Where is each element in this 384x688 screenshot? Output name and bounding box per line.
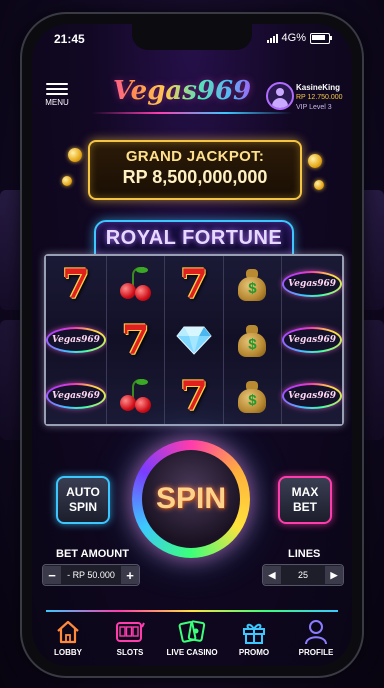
status-bar-right: 4G% xyxy=(266,32,332,44)
nav-item-label: LIVE CASINO xyxy=(166,648,218,657)
bet-increase-button[interactable]: + xyxy=(121,566,139,584)
jackpot-amount: RP 8,500,000,000 xyxy=(122,167,268,187)
nav-item-label: LOBBY xyxy=(54,648,82,657)
max-bet-label-line1: MAX xyxy=(291,485,319,499)
coin-icon xyxy=(68,148,82,162)
bet-amount-value: - RP 50.000 xyxy=(67,570,115,580)
nav-item-lobby[interactable]: LOBBY xyxy=(38,618,98,657)
status-time: 21:45 xyxy=(54,32,85,46)
user-balance: RP 12.750.000 xyxy=(296,94,343,101)
grand-jackpot-banner: GRAND JACKPOT: RP 8,500,000,000 xyxy=(88,140,302,200)
user-info[interactable]: KasineKing RP 12.750.000 VIP Level 3 xyxy=(296,83,343,113)
auto-spin-button[interactable]: AUTO SPIN xyxy=(56,476,110,524)
lines-increase-button[interactable]: ▶ xyxy=(325,566,343,584)
camera-notch xyxy=(132,24,252,50)
reel-cell: Vegas969 xyxy=(46,368,106,424)
menu-button[interactable]: MENU xyxy=(42,80,72,107)
user-level: VIP Level 3 xyxy=(296,104,332,111)
slot-machine-icon xyxy=(100,618,160,646)
auto-spin-label-line1: AUTO xyxy=(66,485,100,499)
nav-item-slots[interactable]: SLOTS xyxy=(100,618,160,657)
bet-decrease-button[interactable]: − xyxy=(43,566,61,584)
reel-cell: Vegas969 xyxy=(282,312,342,368)
reel-cell xyxy=(107,368,164,424)
lines-decrease-button[interactable]: ◀ xyxy=(263,566,281,584)
vegas969-logo-symbol-icon: Vegas969 xyxy=(282,271,342,297)
hamburger-icon xyxy=(42,83,72,95)
home-icon xyxy=(38,618,98,646)
spin-button[interactable]: SPIN xyxy=(142,450,240,548)
seven-symbol-icon: 7 xyxy=(121,316,150,364)
nav-item-profile[interactable]: PROFILE xyxy=(286,618,346,657)
nav-item-label: SLOTS xyxy=(116,648,144,657)
app-logo: Vegas969 xyxy=(102,76,262,106)
seven-symbol-icon: 7 xyxy=(180,372,208,420)
lines-stepper: ◀ 25 ▶ xyxy=(262,564,344,586)
money-bag-symbol-icon: $ xyxy=(237,379,267,413)
reel-cell: 7 xyxy=(107,312,164,368)
money-bag-symbol-icon: $ xyxy=(237,267,267,301)
reel-column: 7 xyxy=(106,256,166,424)
spin-label: SPIN xyxy=(155,482,227,515)
cards-icon xyxy=(162,618,222,646)
diamond-symbol-icon xyxy=(176,325,212,355)
cherry-symbol-icon xyxy=(118,267,154,301)
username: KasineKing xyxy=(296,83,341,92)
auto-spin-label-line2: SPIN xyxy=(68,500,97,514)
bottom-nav: LOBBY SLOTS LIVE CASINO PROMO PROFILE xyxy=(38,618,346,657)
reel-cell xyxy=(107,256,164,312)
vegas969-logo-symbol-icon: Vegas969 xyxy=(46,327,106,353)
user-icon xyxy=(286,618,346,646)
slot-reels[interactable]: 7 Vegas969 Vegas969 7 7 7 $ $ $ Vegas969 Vegas969 V… xyxy=(44,254,344,426)
vegas969-logo-symbol-icon: Vegas969 xyxy=(282,383,342,409)
app-screen: 21:45 4G% MENU Vegas969 KasineKing RP 12… xyxy=(32,24,352,666)
nav-item-label: PROFILE xyxy=(298,648,334,657)
bottom-nav-divider xyxy=(46,610,338,612)
coin-icon xyxy=(314,180,324,190)
reel-cell: Vegas969 xyxy=(282,368,342,424)
gift-icon xyxy=(224,618,284,646)
phone-frame: 21:45 4G% MENU Vegas969 KasineKing RP 12… xyxy=(22,14,362,676)
jackpot-label: GRAND JACKPOT: xyxy=(125,148,265,165)
menu-label: MENU xyxy=(45,98,69,107)
network-label: 4G% xyxy=(281,32,306,44)
coin-icon xyxy=(308,154,322,168)
reel-column: 7 Vegas969 Vegas969 xyxy=(46,256,107,424)
reel-column: 77 xyxy=(165,256,224,424)
vegas969-logo-symbol-icon: Vegas969 xyxy=(282,327,342,353)
bet-amount-stepper: − - RP 50.000 + xyxy=(42,564,140,586)
reel-cell: $ xyxy=(224,256,281,312)
reel-cell: 7 xyxy=(165,256,222,312)
max-bet-label-line2: BET xyxy=(292,500,317,514)
coin-icon xyxy=(62,176,72,186)
seven-symbol-icon: 7 xyxy=(62,260,90,308)
reel-cell: $ xyxy=(224,312,281,368)
money-bag-symbol-icon: $ xyxy=(237,323,267,357)
max-bet-button[interactable]: MAX BET xyxy=(278,476,332,524)
reel-cell: Vegas969 xyxy=(282,256,342,312)
reel-cell: Vegas969 xyxy=(46,312,106,368)
lines-value: 25 xyxy=(297,570,308,580)
reel-cell: $ xyxy=(224,368,281,424)
bet-amount-label: BET AMOUNT xyxy=(56,548,129,560)
avatar[interactable] xyxy=(266,82,294,110)
reel-column: Vegas969 Vegas969 Vegas969 xyxy=(282,256,343,424)
reel-column: $ $ $ xyxy=(223,256,283,424)
reel-cell: 7 xyxy=(46,256,106,312)
nav-item-live-casino[interactable]: LIVE CASINO xyxy=(162,618,222,657)
cherry-symbol-icon xyxy=(118,379,154,413)
nav-item-promo[interactable]: PROMO xyxy=(224,618,284,657)
vegas969-logo-symbol-icon: Vegas969 xyxy=(46,383,106,409)
signal-icon xyxy=(266,33,278,43)
seven-symbol-icon: 7 xyxy=(180,260,208,308)
game-title: ROYAL FORTUNE xyxy=(94,220,294,258)
nav-item-label: PROMO xyxy=(238,648,270,657)
logo-underline xyxy=(92,112,292,114)
battery-icon xyxy=(310,32,332,44)
reel-cell: 7 xyxy=(165,368,222,424)
reel-cell xyxy=(165,312,222,368)
lines-label: LINES xyxy=(288,548,321,560)
